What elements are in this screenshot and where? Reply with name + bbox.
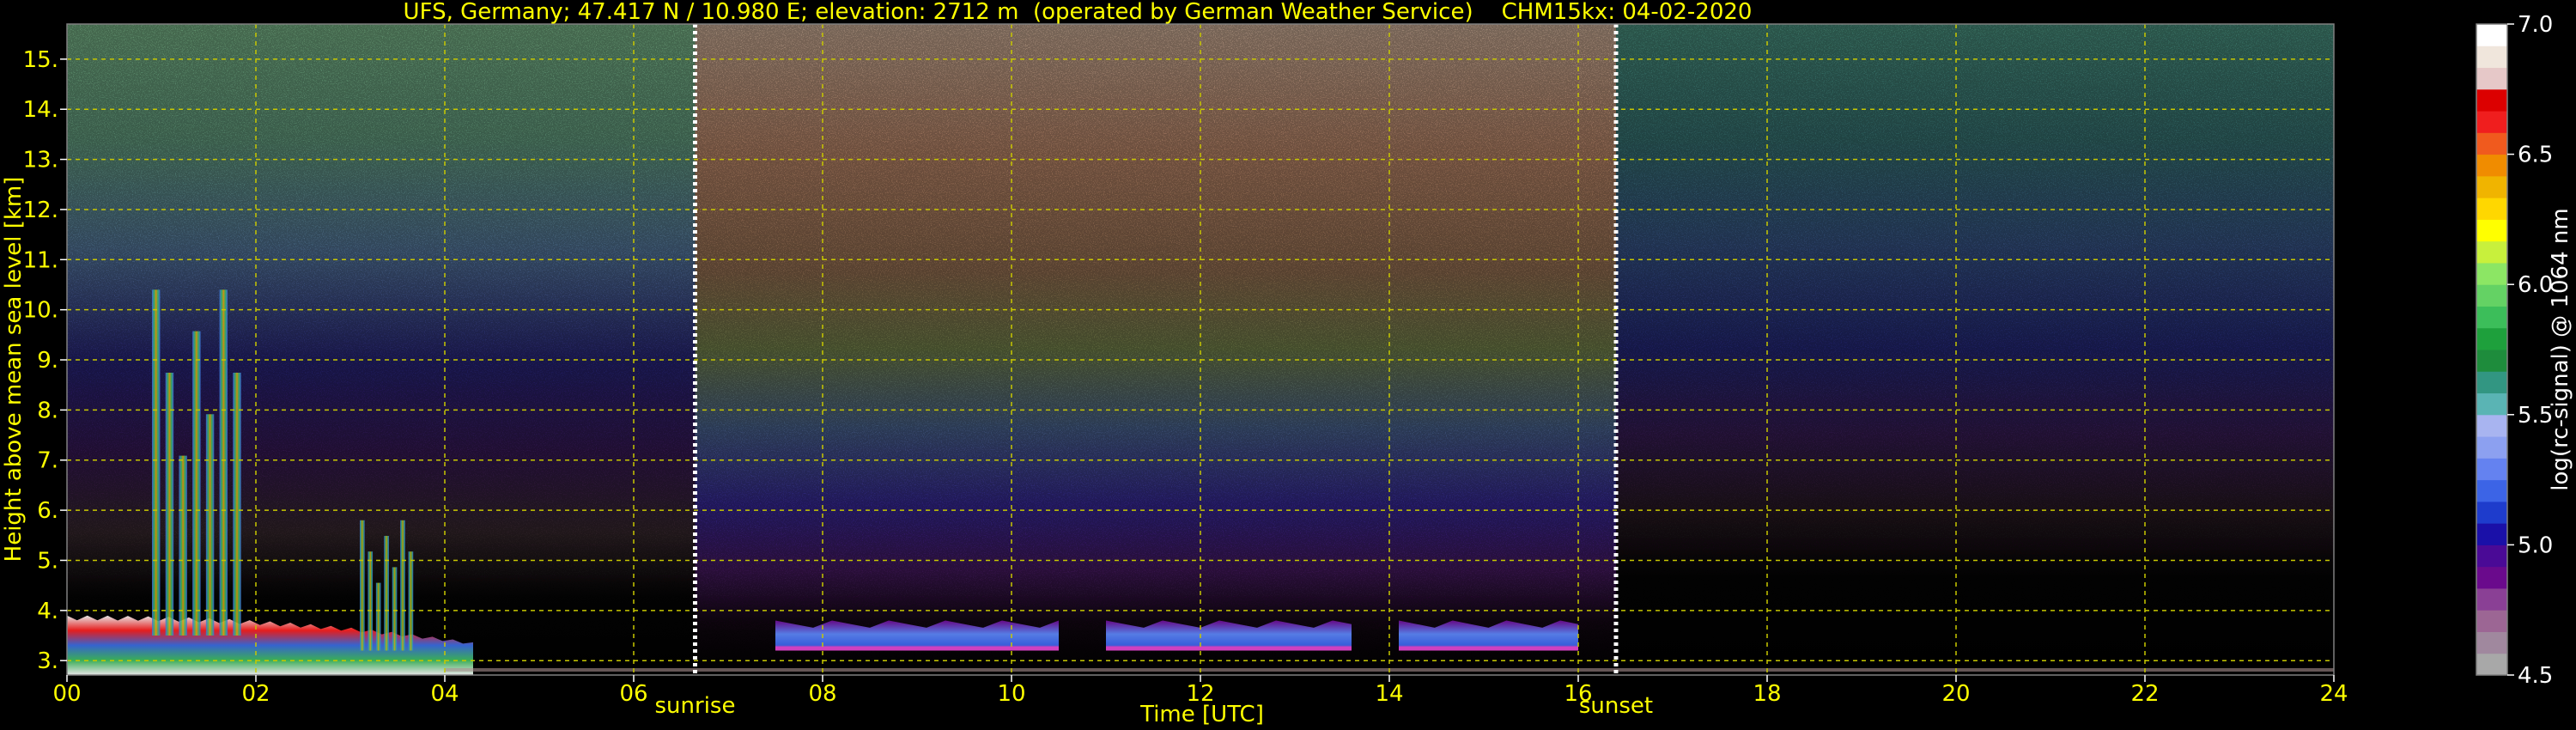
colorbar-segment bbox=[2476, 175, 2507, 198]
colorbar-segment bbox=[2476, 284, 2507, 307]
x-tick-label: 04 bbox=[430, 681, 459, 707]
colorbar-segment bbox=[2476, 154, 2507, 177]
colorbar-segment bbox=[2476, 653, 2507, 676]
colorbar-segment bbox=[2476, 240, 2507, 264]
colorbar-segment bbox=[2476, 132, 2507, 155]
signal-region-cloud bbox=[384, 535, 389, 651]
colorbar-segment bbox=[2476, 436, 2507, 459]
y-tick-label: 14. bbox=[23, 97, 58, 123]
x-tick-label: 10 bbox=[997, 681, 1025, 707]
colorbar-segment bbox=[2476, 458, 2507, 481]
signal-region-cloud bbox=[152, 289, 161, 636]
signal-region-cloud bbox=[233, 372, 241, 636]
signal-region-cloud bbox=[205, 414, 215, 636]
colorbar-segment bbox=[2476, 88, 2507, 112]
colorbar-segment bbox=[2476, 587, 2507, 611]
colorbar-segment bbox=[2476, 610, 2507, 632]
colorbar-label: log(rc-signal) @ 1064 nm bbox=[2548, 208, 2573, 490]
y-tick-label: 6. bbox=[37, 498, 58, 524]
signal-region-cloud bbox=[368, 551, 374, 651]
y-tick-label: 12. bbox=[23, 198, 58, 223]
y-tick-label: 10. bbox=[23, 298, 58, 324]
y-tick-label: 15. bbox=[23, 47, 58, 73]
colorbar-segment bbox=[2476, 523, 2507, 545]
y-axis-label: Height above mean sea level [km] bbox=[1, 177, 27, 563]
colorbar-segment bbox=[2476, 111, 2507, 133]
signal-region-cloud bbox=[179, 455, 187, 636]
colorbar: 4.55.05.56.06.57.0 bbox=[2476, 12, 2553, 689]
colorbar-segment bbox=[2476, 327, 2507, 350]
colorbar-tick-label: 6.5 bbox=[2518, 143, 2553, 168]
y-tick-label: 3. bbox=[37, 648, 58, 674]
x-tick-label: 00 bbox=[52, 681, 81, 707]
colorbar-segment bbox=[2476, 414, 2507, 437]
colorbar-segment bbox=[2476, 46, 2507, 69]
x-tick-label: 20 bbox=[1941, 681, 1970, 707]
colorbar-tick-label: 4.5 bbox=[2518, 663, 2553, 689]
y-tick-label: 5. bbox=[37, 548, 58, 574]
signal-region-cloud bbox=[165, 372, 174, 636]
x-tick-label: 14 bbox=[1375, 681, 1403, 707]
colorbar-segment bbox=[2476, 306, 2507, 329]
signal-region-cloud bbox=[408, 551, 414, 651]
x-tick-label: 24 bbox=[2319, 681, 2348, 707]
y-tick-label: 8. bbox=[37, 398, 58, 423]
x-tick-label: 16 bbox=[1564, 681, 1592, 707]
colorbar-segment bbox=[2476, 67, 2507, 90]
signal-region-cloud bbox=[219, 289, 228, 636]
x-axis-label: Time [UTC] bbox=[1139, 702, 1264, 727]
colorbar-segment bbox=[2476, 566, 2507, 589]
signal-region-noise_day-speckle bbox=[695, 24, 1616, 675]
x-tick-label: 22 bbox=[2130, 681, 2159, 707]
signal-region-aerosol_layer-base bbox=[1399, 646, 1578, 651]
y-tick-label: 9. bbox=[37, 348, 58, 374]
y-tick-label: 13. bbox=[23, 148, 58, 173]
y-tick-label: 7. bbox=[37, 448, 58, 474]
y-tick-label: 11. bbox=[23, 247, 58, 273]
signal-region-cloud bbox=[360, 520, 365, 651]
ceilometer-chart: sunrise sunset 00 02 04 06 08 10 12 14 16 18 20 22 24… bbox=[1, 0, 2573, 727]
colorbar-tick-label: 7.0 bbox=[2518, 12, 2553, 38]
x-tick-label: 06 bbox=[619, 681, 647, 707]
x-tick-label: 08 bbox=[808, 681, 836, 707]
colorbar-segment bbox=[2476, 262, 2507, 285]
colorbar-segment bbox=[2476, 479, 2507, 502]
colorbar-segment bbox=[2476, 198, 2507, 220]
signal-region-aerosol_layer-base bbox=[775, 646, 1059, 651]
colorbar-segment bbox=[2476, 24, 2507, 46]
signal-region-noise_night-speckle bbox=[1616, 24, 2334, 675]
signal-region-cloud bbox=[400, 520, 405, 651]
signal-region-noise_night-speckle bbox=[67, 24, 696, 675]
signal-region-aerosol_layer-base bbox=[1106, 646, 1352, 651]
x-tick-label: 18 bbox=[1753, 681, 1781, 707]
colorbar-segment bbox=[2476, 350, 2507, 372]
colorbar-segment bbox=[2476, 544, 2507, 568]
colorbar-segment bbox=[2476, 501, 2507, 524]
y-tick-label: 4. bbox=[37, 599, 58, 624]
colorbar-tick-label: 5.0 bbox=[2518, 532, 2553, 558]
colorbar-segment bbox=[2476, 392, 2507, 416]
colorbar-segment bbox=[2476, 631, 2507, 654]
signal-region-cloud bbox=[192, 331, 201, 636]
sunrise-label: sunrise bbox=[655, 693, 736, 719]
colorbar-segment bbox=[2476, 371, 2507, 394]
chart-title: UFS, Germany; 47.417 N / 10.980 E; eleva… bbox=[404, 0, 1753, 25]
signal-region-cloud bbox=[375, 582, 381, 651]
signal-region-cloud bbox=[392, 567, 398, 651]
colorbar-segment bbox=[2476, 219, 2507, 242]
x-tick-label: 02 bbox=[241, 681, 270, 707]
